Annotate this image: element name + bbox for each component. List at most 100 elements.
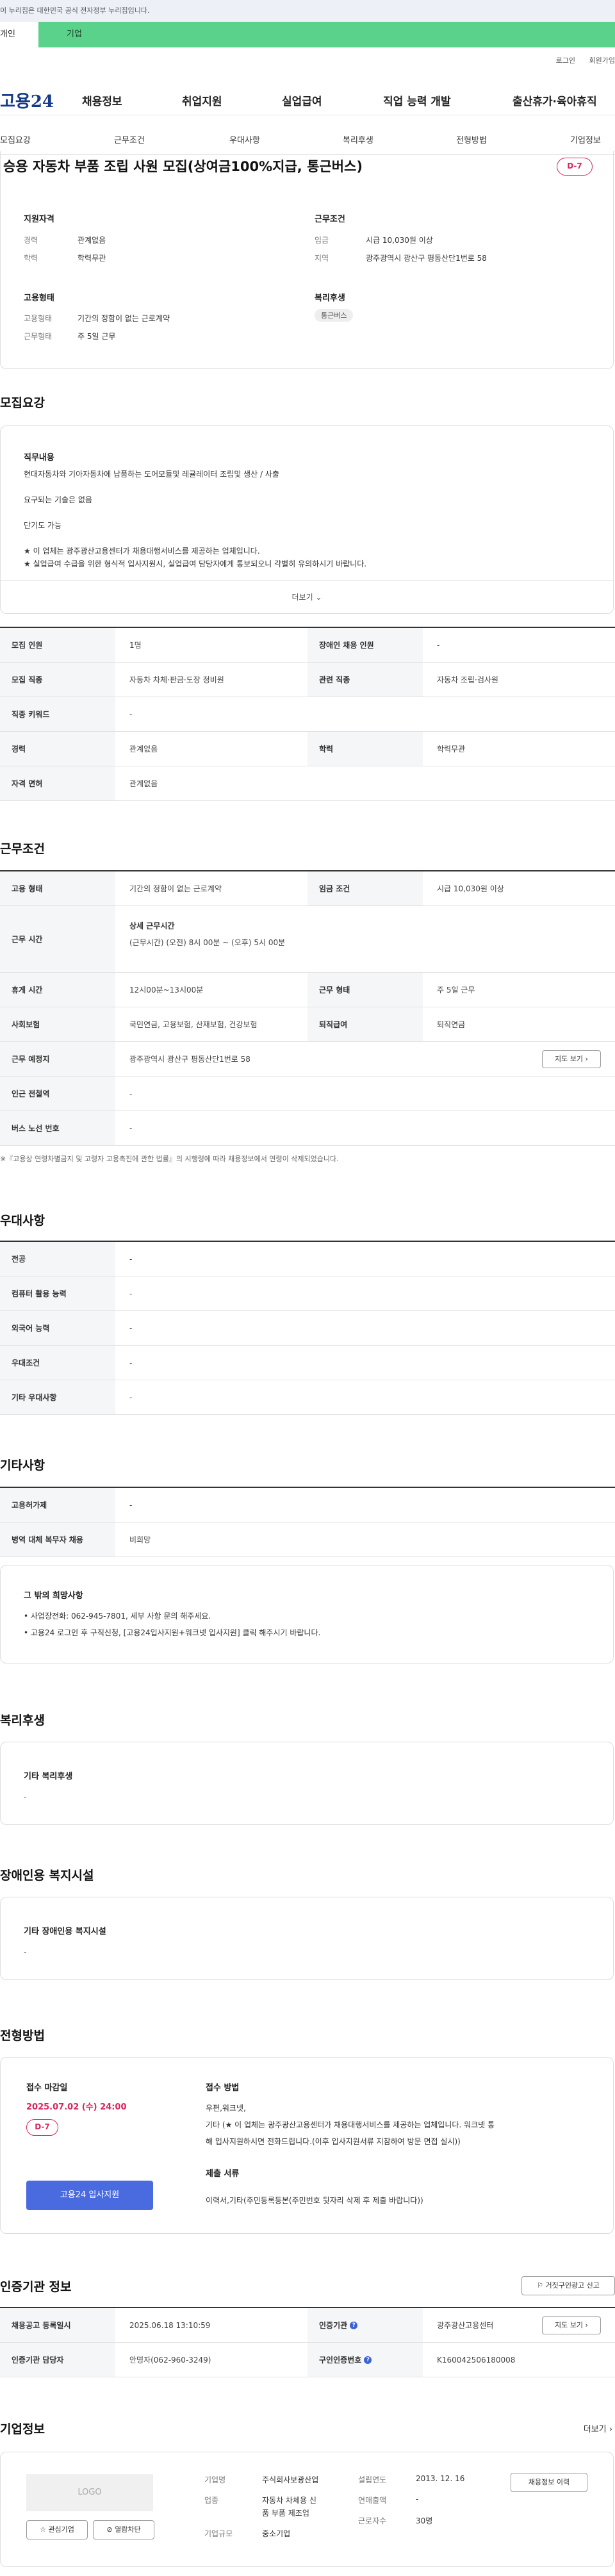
th: 휴게 시간 xyxy=(0,973,115,1007)
deadline-date: 2025.07.02 (수) 24:00 xyxy=(26,2102,127,2112)
more-label: 더보기 xyxy=(291,593,313,602)
table-row: 경력 관계없음 학력 학력무관 xyxy=(0,732,615,766)
th: 버스 노선 번호 xyxy=(0,1111,115,1145)
th: 자격 면허 xyxy=(0,766,115,800)
join-link[interactable]: 회원가입 xyxy=(589,56,615,65)
th: 사회보험 xyxy=(0,1007,115,1041)
table-row: 우대조건 - xyxy=(0,1346,615,1380)
section-title-work: 근무조건 xyxy=(0,842,45,856)
tab-business[interactable]: 기업 xyxy=(38,22,615,47)
subnav-welfare[interactable]: 복리후생 xyxy=(343,133,373,145)
th: 채용공고 등록일시 xyxy=(0,2308,115,2342)
subnav-recruit[interactable]: 모집요강 xyxy=(0,133,31,145)
th: 퇴직급여 xyxy=(308,1007,423,1041)
report-icon: ⚐ xyxy=(537,2281,543,2290)
emp-label: 고용형태 xyxy=(24,314,53,323)
emp-label: 근무형태 xyxy=(24,332,53,341)
duty-title: 직무내용 xyxy=(24,453,54,463)
th: 장애인 채용 인원 xyxy=(308,628,423,662)
td: - xyxy=(129,1089,133,1098)
table-row: 컴퓨터 활용 능력 - xyxy=(0,1276,615,1311)
td: - xyxy=(129,1323,133,1333)
th-label: 구인인증번호 xyxy=(319,2356,362,2365)
tab-individual[interactable]: 개인 xyxy=(0,22,38,47)
help-icon[interactable]: ? xyxy=(350,2321,358,2329)
global-nav: 고용24 채용정보 취업지원 실업급여 직업 능력 개발 출산휴가·육아휴직 xyxy=(0,83,615,115)
gnb-item-unemployment[interactable]: 실업급여 xyxy=(282,92,322,108)
table-row: 기타 우대사항 - xyxy=(0,1380,615,1415)
deadline-title: 접수 마감일 xyxy=(26,2083,68,2093)
th: 임금 조건 xyxy=(308,871,423,905)
th: 근무 시간 xyxy=(0,906,115,972)
td: - xyxy=(437,640,440,650)
duty-line: 단기도 가능 xyxy=(24,521,62,530)
recruit-table: 모집 인원 1명 장애인 채용 인원 - 모집 직종 자동차 차체·판금·도장 … xyxy=(0,627,615,801)
cond-label: 임금 xyxy=(315,236,329,245)
td: - xyxy=(129,1254,133,1264)
td: 12시00분~13시00분 xyxy=(129,986,204,995)
table-row: 인증기관 담당자 안명자(062-960-3249) 구인인증번호? K1600… xyxy=(0,2343,615,2377)
th: 고용 형태 xyxy=(0,871,115,905)
company-label: 업종 xyxy=(204,2496,219,2505)
td: - xyxy=(129,1289,133,1298)
report-fake-ad-button[interactable]: ⚐ 거짓구인광고 신고 xyxy=(521,2276,615,2295)
duty-line: ★ 실업급여 수급을 위한 형식적 입사지원시, 실업급여 담당자에게 통보되오… xyxy=(24,559,367,568)
method-title: 접수 방법 xyxy=(206,2083,240,2093)
job-summary-card: 승용 자동차 부품 조립 사원 모집(상여금100%지급, 통근버스) D-7 … xyxy=(0,151,614,369)
subnav-company[interactable]: 기업정보 xyxy=(570,133,601,145)
table-row: 직종 키워드 - xyxy=(0,697,615,732)
dday-badge: D-7 xyxy=(557,158,593,176)
site-logo[interactable]: 고용24 xyxy=(0,88,54,112)
gnb-item-employment-support[interactable]: 취업지원 xyxy=(182,92,222,108)
td: 자동차 차체·판금·도장 정비원 xyxy=(129,675,224,684)
map-button[interactable]: 지도 보기 › xyxy=(542,1050,601,1068)
login-link[interactable]: 로그인 xyxy=(556,56,575,65)
cert-map-button[interactable]: 지도 보기 › xyxy=(542,2316,601,2334)
td: - xyxy=(129,1123,133,1133)
fav-company-button[interactable]: ☆ 관심기업 xyxy=(26,2520,88,2539)
th: 근무 형태 xyxy=(308,973,423,1007)
section-title-recruit: 모집요강 xyxy=(0,396,45,410)
screening-box: 접수 마감일 2025.07.02 (수) 24:00 D-7 고용24 입사지… xyxy=(0,2057,614,2234)
more-toggle[interactable]: 더보기 ⌄ xyxy=(1,591,613,602)
etc-wish-box: 그 밖의 희망사항 • 사업장전화: 062-945-7801, 세부 사항 문… xyxy=(0,1565,614,1664)
pref-table: 전공 - 컴퓨터 활용 능력 - 외국어 능력 - 우대조건 - 기타 우대사항… xyxy=(0,1241,615,1415)
report-label: 거짓구인광고 신고 xyxy=(545,2281,600,2290)
hiring-history-button[interactable]: 채용정보 이력 xyxy=(511,2473,587,2492)
table-row: 사회보험 국민연금, 고용보험, 산재보험, 건강보험 퇴직급여 퇴직연금 xyxy=(0,1007,615,1042)
duty-line: 요구되는 기술은 없음 xyxy=(24,495,92,504)
apply-button[interactable]: 고용24 입사지원 xyxy=(26,2181,153,2210)
td: 광주광산고용센터 xyxy=(437,2321,494,2330)
method-line: 우편,워크넷, xyxy=(206,2104,246,2113)
company-label: 기업명 xyxy=(204,2475,226,2484)
gnb-item-parental-leave[interactable]: 출산휴가·육아휴직 xyxy=(512,92,597,108)
td: K160042506180008 xyxy=(437,2355,516,2365)
section-title-welfare: 복리후생 xyxy=(0,1713,45,1728)
subnav-work[interactable]: 근무조건 xyxy=(114,133,145,145)
job-title: 승용 자동차 부품 조립 사원 모집(상여금100%지급, 통근버스) xyxy=(3,159,363,174)
help-icon[interactable]: ? xyxy=(364,2356,372,2364)
welfare-box-value: - xyxy=(24,1792,27,1801)
work-table: 고용 형태 기간의 정함이 없는 근로계약 임금 조건 시급 10,030원 이… xyxy=(0,870,615,1146)
cert-table: 채용공고 등록일시 2025.06.18 13:10:59 인증기관? 광주광산… xyxy=(0,2307,615,2377)
company-more-link[interactable]: 더보기 › xyxy=(584,2422,612,2434)
subnav-screening[interactable]: 전형방법 xyxy=(456,133,487,145)
gnb-item-jobs[interactable]: 채용정보 xyxy=(82,92,122,108)
wish-line: • 고용24 로그인 후 구직신청, [고용24입사지원+워크넷 입사지원] 클… xyxy=(24,1628,321,1637)
emp-value: 기간의 정함이 없는 근로계약 xyxy=(78,314,170,323)
table-row: 자격 면허 관계없음 xyxy=(0,766,615,801)
th: 외국어 능력 xyxy=(0,1311,115,1345)
fav-label: 관심기업 xyxy=(48,2525,74,2534)
td: 퇴직연금 xyxy=(437,1020,466,1029)
duty-line: 현대자동차와 기아자동차에 납품하는 도어모듈및 레귤레이터 조립및 생산 / … xyxy=(24,470,279,479)
block-company-button[interactable]: ⊘ 열람차단 xyxy=(93,2520,154,2539)
gnb-item-training[interactable]: 직업 능력 개발 xyxy=(383,92,451,108)
qual-label: 경력 xyxy=(24,236,38,245)
subnav-pref[interactable]: 우대사항 xyxy=(229,133,260,145)
duty-line: ★ 이 업체는 광주광산고용센터가 채용대행서비스를 제공하는 업체입니다. xyxy=(24,547,260,556)
welfare-tag: 통근버스 xyxy=(315,309,354,322)
td: 시급 10,030원 이상 xyxy=(437,884,504,893)
cond-title: 근무조건 xyxy=(315,215,345,224)
th: 인증기관 담당자 xyxy=(0,2343,115,2377)
td: 학력무관 xyxy=(437,745,466,754)
